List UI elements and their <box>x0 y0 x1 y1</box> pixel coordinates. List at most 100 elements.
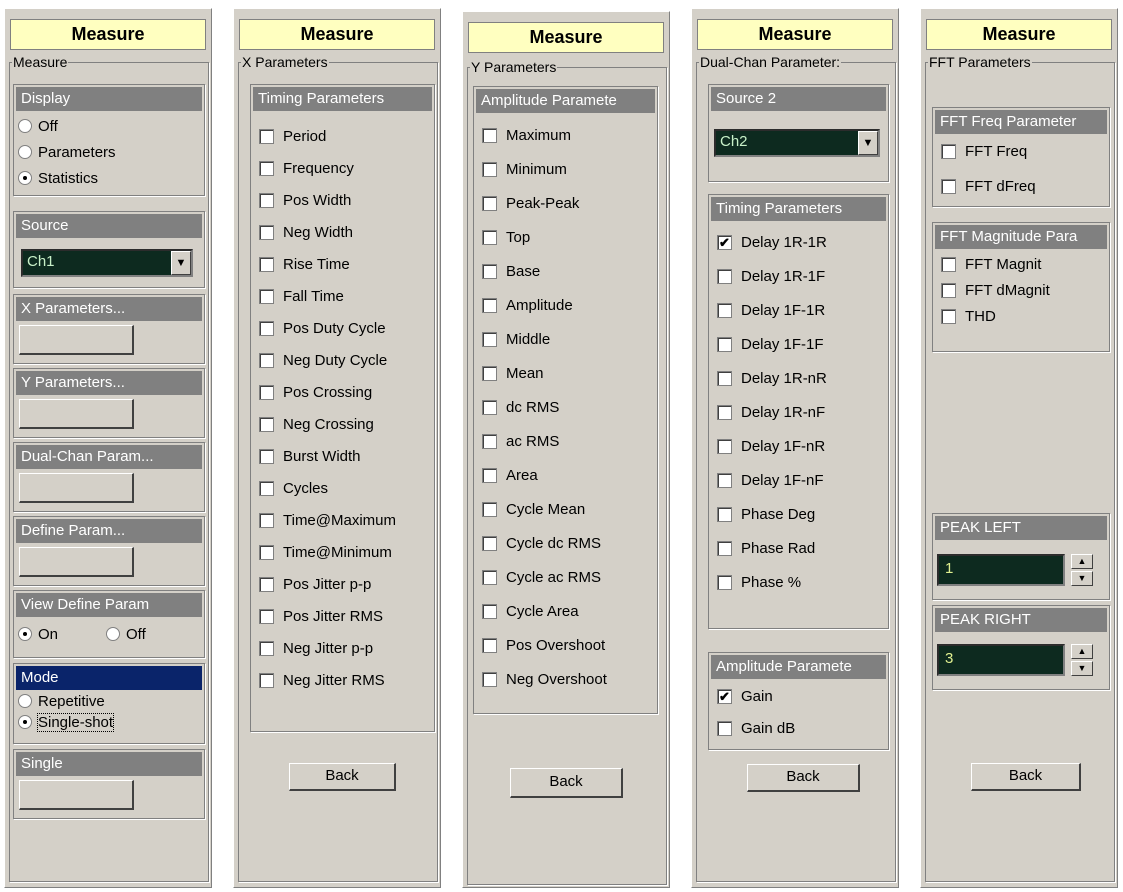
checkbox-neg-overshoot[interactable]: Neg Overshoot <box>482 668 607 690</box>
view-define-off-radio[interactable]: Off <box>106 624 146 644</box>
checkbox-icon <box>717 268 732 284</box>
checkbox-neg-width[interactable]: Neg Width <box>259 221 353 243</box>
back-button[interactable]: Back <box>510 768 623 798</box>
arrow-down-icon[interactable]: ▼ <box>1071 571 1093 586</box>
checkbox-cycle-dc-rms[interactable]: Cycle dc RMS <box>482 532 601 554</box>
checkbox-icon <box>717 506 732 522</box>
mode-single-shot-radio[interactable]: Single-shot <box>18 712 115 732</box>
display-off-radio[interactable]: Off <box>18 116 58 136</box>
source-2-select[interactable]: Ch2 ▼ <box>714 129 880 157</box>
checkbox-delay-1f-nr[interactable]: Delay 1F-nR <box>717 435 825 457</box>
checkbox-fft-magnit[interactable]: FFT Magnit <box>941 253 1041 275</box>
checkbox-label: Frequency <box>283 159 354 177</box>
checkbox-cycle-mean[interactable]: Cycle Mean <box>482 498 585 520</box>
checkbox-thd[interactable]: THD <box>941 305 996 327</box>
checkbox-pos-jitter-rms[interactable]: Pos Jitter RMS <box>259 605 383 627</box>
panel-title: Measure <box>10 19 206 50</box>
display-statistics-radio[interactable]: Statistics <box>18 168 98 188</box>
checkbox-icon <box>259 608 274 624</box>
back-button[interactable]: Back <box>747 764 860 792</box>
checkbox-dc-rms[interactable]: dc RMS <box>482 396 559 418</box>
checkbox-cycle-area[interactable]: Cycle Area <box>482 600 579 622</box>
arrow-up-icon[interactable]: ▲ <box>1071 554 1093 569</box>
y-parameters-button[interactable] <box>19 399 134 429</box>
checkbox-fft-dmagnit[interactable]: FFT dMagnit <box>941 279 1050 301</box>
checkbox-phase-deg[interactable]: Phase Deg <box>717 503 815 525</box>
checkbox-period[interactable]: Period <box>259 125 326 147</box>
display-parameters-radio[interactable]: Parameters <box>18 142 116 162</box>
checkbox-delay-1r-1f[interactable]: Delay 1R-1F <box>717 265 825 287</box>
back-button[interactable]: Back <box>971 763 1081 791</box>
checkbox-label: Delay 1F-nR <box>741 437 826 455</box>
checkbox-area[interactable]: Area <box>482 464 538 486</box>
checkbox-fall-time[interactable]: Fall Time <box>259 285 344 307</box>
checkbox-label: Cycle ac RMS <box>506 568 602 586</box>
checkbox-pos-duty-cycle[interactable]: Pos Duty Cycle <box>259 317 386 339</box>
source-select[interactable]: Ch1 ▼ <box>21 249 193 277</box>
single-button[interactable] <box>19 780 134 810</box>
checkbox-pos-crossing[interactable]: Pos Crossing <box>259 381 372 403</box>
x-parameters-frame: X Parameters Timing Parameters Period Fre… <box>238 54 438 882</box>
dual-chan-parameters-frame: Dual-Chan Parameter: Source 2 Ch2 ▼ Timi… <box>696 54 896 882</box>
checkbox-cycles[interactable]: Cycles <box>259 477 328 499</box>
dual-chan-parameters-button[interactable] <box>19 473 134 503</box>
checkbox-label: Cycle dc RMS <box>506 534 602 552</box>
checkbox-icon <box>482 433 497 449</box>
define-param-button[interactable] <box>19 547 134 577</box>
checkbox-icon <box>259 192 274 208</box>
view-define-on-radio[interactable]: On <box>18 624 58 644</box>
checkbox-neg-duty-cycle[interactable]: Neg Duty Cycle <box>259 349 387 371</box>
checkbox-pos-overshoot[interactable]: Pos Overshoot <box>482 634 605 656</box>
chevron-down-icon[interactable]: ▼ <box>171 251 191 275</box>
checkbox-pos-jitter-p-p[interactable]: Pos Jitter p-p <box>259 573 371 595</box>
checkbox-frequency[interactable]: Frequency <box>259 157 354 179</box>
checkbox-pos-width[interactable]: Pos Width <box>259 189 351 211</box>
arrow-up-icon[interactable]: ▲ <box>1071 644 1093 659</box>
checkbox-gain-db[interactable]: Gain dB <box>717 717 795 739</box>
checkbox-neg-jitter-rms[interactable]: Neg Jitter RMS <box>259 669 385 691</box>
checkbox-icon <box>259 512 274 528</box>
checkbox-time-minimum[interactable]: Time@Minimum <box>259 541 392 563</box>
measure-panel: Measure Measure Display Off Parameters S… <box>4 8 212 888</box>
checkbox-delay-1r-1r[interactable]: ✔ Delay 1R-1R <box>717 231 827 253</box>
checkbox-label: Gain <box>741 687 773 705</box>
back-button[interactable]: Back <box>289 763 396 791</box>
checkbox-middle[interactable]: Middle <box>482 328 550 350</box>
checkbox-time-maximum[interactable]: Time@Maximum <box>259 509 396 531</box>
chevron-down-icon[interactable]: ▼ <box>858 131 878 155</box>
x-parameters-button[interactable] <box>19 325 134 355</box>
checkbox-base[interactable]: Base <box>482 260 540 282</box>
checkbox-delay-1f-nf[interactable]: Delay 1F-nF <box>717 469 824 491</box>
mode-repetitive-radio[interactable]: Repetitive <box>18 691 105 711</box>
checkbox-icon <box>717 574 732 590</box>
checkbox-icon <box>482 501 497 517</box>
checkbox-peak-peak[interactable]: Peak-Peak <box>482 192 579 214</box>
checkbox-cycle-ac-rms[interactable]: Cycle ac RMS <box>482 566 601 588</box>
checkbox-rise-time[interactable]: Rise Time <box>259 253 350 275</box>
checkbox-delay-1f-1f[interactable]: Delay 1F-1F <box>717 333 824 355</box>
checkmark-icon: ✔ <box>717 234 732 250</box>
checkbox-phase-rad[interactable]: Phase Rad <box>717 537 815 559</box>
peak-left-input[interactable]: 1 <box>937 554 1065 586</box>
checkbox-amplitude[interactable]: Amplitude <box>482 294 573 316</box>
checkbox-delay-1f-1r[interactable]: Delay 1F-1R <box>717 299 825 321</box>
checkbox-fft-freq[interactable]: FFT Freq <box>941 140 1027 162</box>
checkbox-ac-rms[interactable]: ac RMS <box>482 430 559 452</box>
checkbox-fft-dfreq[interactable]: FFT dFreq <box>941 175 1036 197</box>
checkbox-delay-1r-nr[interactable]: Delay 1R-nR <box>717 367 827 389</box>
checkbox-maximum[interactable]: Maximum <box>482 124 571 146</box>
checkbox-gain[interactable]: ✔ Gain <box>717 685 773 707</box>
checkbox-mean[interactable]: Mean <box>482 362 544 384</box>
checkbox-neg-jitter-p-p[interactable]: Neg Jitter p-p <box>259 637 373 659</box>
checkbox-delay-1r-nf[interactable]: Delay 1R-nF <box>717 401 825 423</box>
measure-frame: Measure Display Off Parameters Statistic… <box>9 54 209 882</box>
checkbox-neg-crossing[interactable]: Neg Crossing <box>259 413 374 435</box>
checkbox-burst-width[interactable]: Burst Width <box>259 445 361 467</box>
checkbox-minimum[interactable]: Minimum <box>482 158 567 180</box>
checkbox-icon <box>941 256 956 272</box>
checkbox-top[interactable]: Top <box>482 226 530 248</box>
peak-right-input[interactable]: 3 <box>937 644 1065 676</box>
amplitude-parameters-header: Amplitude Paramete <box>476 89 655 113</box>
arrow-down-icon[interactable]: ▼ <box>1071 661 1093 676</box>
checkbox-phase[interactable]: Phase % <box>717 571 801 593</box>
